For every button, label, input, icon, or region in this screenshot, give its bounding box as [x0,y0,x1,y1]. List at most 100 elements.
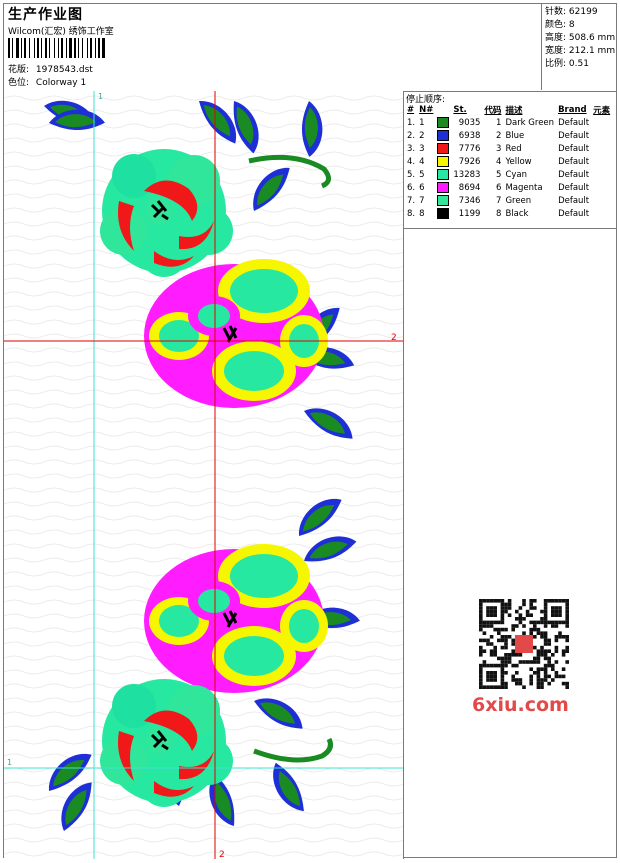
cell-code: 2 [496,130,502,141]
color-swatch [437,143,450,154]
cell-element [591,207,612,220]
table-row: 8. 8 1199 8 Black Default [405,207,612,220]
cell-stitches: 7926 [458,156,481,167]
cell-num: 3. [407,143,416,154]
watermark-site: 6xiu.com [472,694,569,716]
cell-nnum: 1 [419,117,425,128]
stat-scale: 比例: 0.51 [545,59,589,69]
qr-code [479,599,569,689]
cell-code: 8 [496,208,502,219]
cell-num: 7. [407,195,416,206]
cell-code: 5 [496,169,502,180]
cell-num: 5. [407,169,416,180]
cell-brand: Default [558,156,590,167]
cell-brand: Default [558,143,590,154]
guide-label-left: 1 [7,758,12,767]
cell-nnum: 7 [419,195,425,206]
production-sheet: 生产作业图 Wilcom(汇宏) 绣饰工作室 花版: 1978543.dst 色… [3,3,617,860]
cell-desc: Cyan [505,169,527,180]
col-element: 元素 [593,105,611,116]
cell-code: 7 [496,195,502,206]
color-swatch [437,169,450,180]
company-name: Wilcom(汇宏) 绣饰工作室 [8,27,114,37]
col-stitches: St. [453,104,467,115]
cell-num: 4. [407,156,416,167]
barcode [8,38,105,58]
col-hash: # [407,104,415,115]
cell-element [591,168,612,181]
cell-swatch [435,181,451,194]
table-row: 4. 4 7926 4 Yellow Default [405,155,612,168]
table-row: 1. 1 9035 1 Dark Green Default [405,116,612,129]
cell-desc: Black [505,208,529,219]
cell-stitches: 6938 [458,130,481,141]
cell-nnum: 3 [419,143,425,154]
stat-width: 宽度: 212.1 mm [545,46,616,56]
stat-height: 高度: 508.6 mm [545,33,616,43]
cell-swatch [435,155,451,168]
color-swatch [437,156,450,167]
col-n: N# [419,104,434,115]
guide-label-bottom: 2 [219,850,225,859]
cell-element [591,116,612,129]
cell-nnum: 2 [419,130,425,141]
design-label: 花版: [8,65,30,75]
table-header-row: # N# St. 代码 描述 Brand 元素 [405,103,612,116]
cell-swatch [435,129,451,142]
cell-code: 6 [496,182,502,193]
embroidery-design-area: 1 2 1 2 [4,89,403,860]
cell-brand: Default [558,130,590,141]
design-value: 1978543.dst [35,65,93,75]
cell-stitches: 9035 [458,117,481,128]
table-row: 2. 2 6938 2 Blue Default [405,129,612,142]
col-brand: Brand [558,104,587,115]
cell-brand: Default [558,195,590,206]
cell-code: 4 [496,156,502,167]
cell-nnum: 8 [419,208,425,219]
cell-brand: Default [558,208,590,219]
color-swatch [437,208,450,219]
color-swatch [437,130,450,141]
cell-nnum: 6 [419,182,425,193]
col-desc: 描述 [505,105,523,116]
table-row: 3. 3 7776 3 Red Default [405,142,612,155]
cell-code: 1 [496,117,502,128]
cell-desc: Magenta [505,182,543,193]
colorway-line: 色位: Colorway 1 [8,75,86,88]
cell-element [591,181,612,194]
cell-swatch [435,194,451,207]
colorway-value: Colorway 1 [35,78,87,88]
cell-stitches: 8694 [458,182,481,193]
cell-desc: Yellow [505,156,532,167]
cell-stitches: 13283 [453,169,481,180]
cell-stitches: 7346 [458,195,481,206]
cell-desc: Red [505,143,522,154]
design-file-line: 花版: 1978543.dst [8,62,93,75]
cell-num: 1. [407,117,416,128]
cell-num: 6. [407,182,416,193]
cell-brand: Default [558,169,590,180]
stop-sequence-table: # N# St. 代码 描述 Brand 元素 1. 1 9035 1 Dark Gre… [405,103,612,220]
colorway-label: 色位: [8,78,30,88]
header: 生产作业图 Wilcom(汇宏) 绣饰工作室 花版: 1978543.dst 色… [4,4,616,92]
stat-stitches: 针数: 62199 [545,7,598,17]
table-row: 7. 7 7346 7 Green Default [405,194,612,207]
cell-stitches: 7776 [458,143,481,154]
page-title: 生产作业图 [8,7,83,23]
cell-brand: Default [558,117,590,128]
cell-swatch [435,116,451,129]
col-swatch [435,103,451,116]
color-swatch [437,117,450,128]
cell-brand: Default [558,182,590,193]
guide-label-right: 2 [391,333,397,343]
cell-desc: Dark Green [505,117,555,128]
color-swatch [437,195,450,206]
col-code: 代码 [484,105,502,116]
cell-element [591,155,612,168]
cell-element [591,142,612,155]
cell-element [591,194,612,207]
cell-element [591,129,612,142]
stat-colors: 颜色: 8 [545,20,575,30]
cell-stitches: 1199 [458,208,481,219]
cell-code: 3 [496,143,502,154]
